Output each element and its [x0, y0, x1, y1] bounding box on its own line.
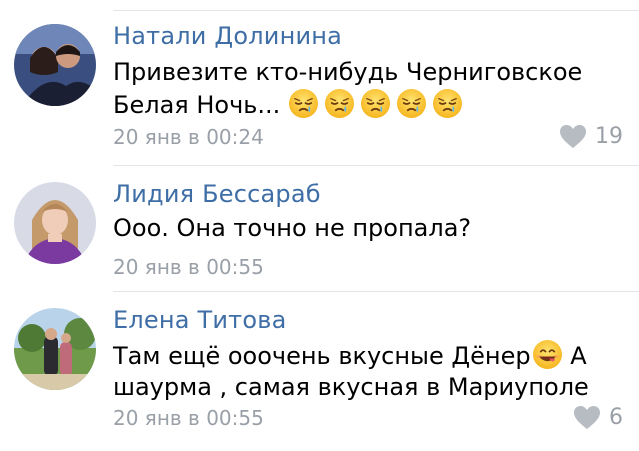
comment-text-segment: А	[562, 342, 587, 370]
comment-text-segment: Там ещё ооочень вкусные Дёнер	[113, 342, 531, 370]
heart-icon	[574, 406, 600, 429]
comment-date[interactable]: 20 янв в 00:24	[113, 125, 264, 149]
sleepy-face-icon	[396, 88, 426, 119]
comment-text-segment: Белая Ночь...	[113, 91, 281, 119]
comment-text: Привезите кто-нибудь Черниговское Белая …	[113, 57, 633, 121]
sleepy-face-icon	[432, 88, 462, 119]
comment-text-line: Белая Ночь...	[113, 88, 633, 121]
like-count: 6	[609, 405, 623, 430]
yum-face-icon	[532, 339, 562, 370]
like-button[interactable]: 6	[573, 405, 623, 430]
comment-text: Ооо. Она точно не пропала?	[113, 214, 472, 242]
comment-date[interactable]: 20 янв в 00:55	[113, 406, 264, 430]
comment-date[interactable]: 20 янв в 00:55	[113, 255, 264, 279]
comment-item: Лидия Бессараб Ооо. Она точно не пропала…	[0, 166, 639, 292]
sleepy-face-icon	[324, 88, 354, 119]
comment-text-line: шаурма , самая вкусная в Мариуполе	[113, 373, 589, 401]
comment-item: Елена Титова Там ещё ооочень вкусные Дён…	[0, 292, 639, 451]
author-name[interactable]: Лидия Бессараб	[113, 180, 321, 208]
sleepy-face-icon	[288, 88, 318, 119]
comment-text: Там ещё ооочень вкусные Дёнер А шаурма ,…	[113, 339, 633, 403]
comment-text-line: Там ещё ооочень вкусные Дёнер А	[113, 339, 633, 372]
sleepy-face-icon	[360, 88, 390, 119]
avatar[interactable]	[14, 308, 96, 390]
author-name[interactable]: Натали Долинина	[113, 22, 342, 50]
avatar[interactable]	[14, 24, 96, 106]
comment-text-line: Привезите кто-нибудь Черниговское	[113, 58, 583, 86]
comment-item: Натали Долинина Привезите кто-нибудь Чер…	[0, 0, 639, 166]
comments-feed: Натали Долинина Привезите кто-нибудь Чер…	[0, 0, 639, 451]
heart-icon	[560, 125, 586, 148]
like-button[interactable]: 19	[559, 124, 623, 149]
avatar[interactable]	[14, 182, 96, 264]
emoji-group	[288, 88, 468, 119]
like-count: 19	[595, 124, 623, 149]
author-name[interactable]: Елена Титова	[113, 306, 286, 334]
